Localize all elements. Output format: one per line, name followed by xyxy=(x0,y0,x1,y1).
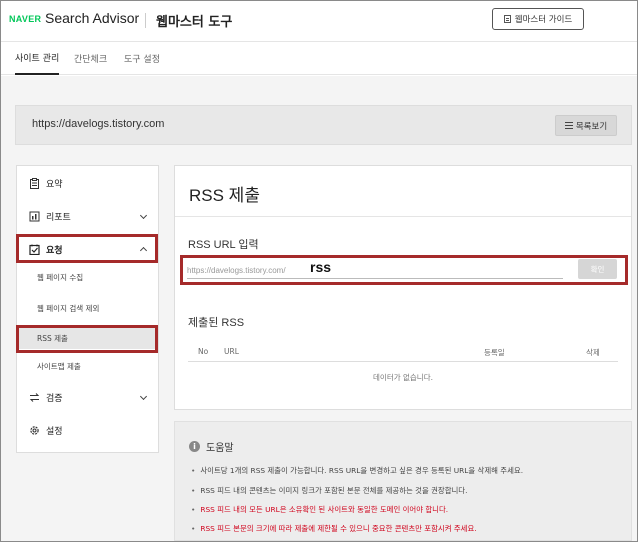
search-advisor-logo[interactable]: Search Advisor xyxy=(45,10,139,26)
info-icon: i xyxy=(189,441,200,452)
sidebar-subitem-label: 웹 페이지 검색 제외 xyxy=(37,303,100,313)
col-url: URL xyxy=(224,347,239,356)
report-icon xyxy=(29,211,40,222)
main-tabs: 사이트 관리 간단체크 도구 설정 xyxy=(1,41,637,75)
sidebar-subitem-page-crawl[interactable]: 웹 페이지 수집 xyxy=(17,266,158,288)
col-delete: 삭제 xyxy=(586,348,600,357)
empty-table-message: 데이터가 없습니다. xyxy=(373,373,433,382)
highlight-rss-input-box xyxy=(180,255,628,285)
rss-table-header: No URL 등록일 삭제 xyxy=(188,344,618,362)
site-url: https://davelogs.tistory.com xyxy=(32,118,165,130)
highlight-request-box xyxy=(16,234,158,263)
clipboard-icon xyxy=(29,177,40,189)
top-header: NAVER Search Advisor 웹마스터 도구 웹마스터 가이드 xyxy=(1,1,637,41)
tab-quick-check[interactable]: 간단체크 xyxy=(74,42,107,75)
sidebar-subitem-search-exclude[interactable]: 웹 페이지 검색 제외 xyxy=(17,297,158,319)
chevron-down-icon xyxy=(139,211,148,220)
gear-icon xyxy=(29,425,40,436)
webmaster-guide-label: 웹마스터 가이드 xyxy=(514,15,573,25)
submitted-rss-label: 제출된 RSS xyxy=(188,317,245,329)
naver-logo[interactable]: NAVER xyxy=(9,14,41,24)
swap-icon xyxy=(29,392,40,403)
highlight-rss-menu-box xyxy=(16,325,158,353)
tab-site-management-label: 사이트 관리 xyxy=(15,54,60,64)
help-line-3: RSS 피드 내의 모든 URL은 소유확인 된 사이트와 동일한 도메인 이어… xyxy=(191,504,448,515)
col-no: No xyxy=(198,347,209,356)
list-view-label: 목록보기 xyxy=(575,121,608,132)
chevron-down-icon xyxy=(139,392,148,401)
help-line-1: 사이트당 1개의 RSS 제출이 가능합니다. RSS URL을 변경하고 싶은… xyxy=(191,465,523,476)
sidebar-item-label: 검증 xyxy=(46,393,63,404)
help-title-label: 도움말 xyxy=(206,443,234,454)
webmaster-guide-button[interactable]: 웹마스터 가이드 xyxy=(492,8,584,30)
sidebar-item-label: 설정 xyxy=(46,426,63,437)
help-title: i 도움말 xyxy=(189,439,234,454)
page-title: RSS 제출 xyxy=(189,186,260,205)
sidebar-item-report[interactable]: 리포트 xyxy=(17,202,158,230)
webmaster-tool-title[interactable]: 웹마스터 도구 xyxy=(156,11,232,30)
title-divider xyxy=(175,216,631,217)
sidebar-item-label: 리포트 xyxy=(46,212,71,223)
sidebar: 요약 리포트 요청 웹 페이지 수집 웹 페이지 검색 제외 RSS 제출 사이… xyxy=(16,165,159,453)
sidebar-subitem-sitemap-submit[interactable]: 사이트맵 제출 xyxy=(17,355,158,377)
sidebar-item-settings[interactable]: 설정 xyxy=(17,416,158,444)
tab-site-management[interactable]: 사이트 관리 xyxy=(15,42,60,75)
sidebar-item-label: 요약 xyxy=(46,179,63,190)
document-icon xyxy=(503,15,511,23)
sidebar-item-verify[interactable]: 검증 xyxy=(17,383,158,411)
list-icon xyxy=(564,122,573,129)
tab-tool-settings-label: 도구 설정 xyxy=(124,55,160,65)
help-box: i 도움말 사이트당 1개의 RSS 제출이 가능합니다. RSS URL을 변… xyxy=(174,421,632,541)
list-view-button[interactable]: 목록보기 xyxy=(555,115,617,136)
sidebar-subitem-label: 사이트맵 제출 xyxy=(37,361,81,371)
sidebar-subitem-label: 웹 페이지 수집 xyxy=(37,272,84,282)
help-line-4: RSS 피드 본문의 크기에 따라 제출에 제한될 수 있으니 중요한 콘텐츠만… xyxy=(191,523,476,534)
help-line-2: RSS 피드 내의 콘텐츠는 이미지 링크가 포함된 본문 전체를 제공하는 것… xyxy=(191,485,467,496)
tab-tool-settings[interactable]: 도구 설정 xyxy=(124,42,160,75)
site-url-bar: https://davelogs.tistory.com 목록보기 xyxy=(15,105,632,145)
sidebar-item-summary[interactable]: 요약 xyxy=(17,169,158,197)
header-divider xyxy=(145,13,146,28)
tab-quick-check-label: 간단체크 xyxy=(74,55,108,65)
col-registered-date: 등록일 xyxy=(484,348,505,357)
rss-url-label: RSS URL 입력 xyxy=(188,239,259,251)
